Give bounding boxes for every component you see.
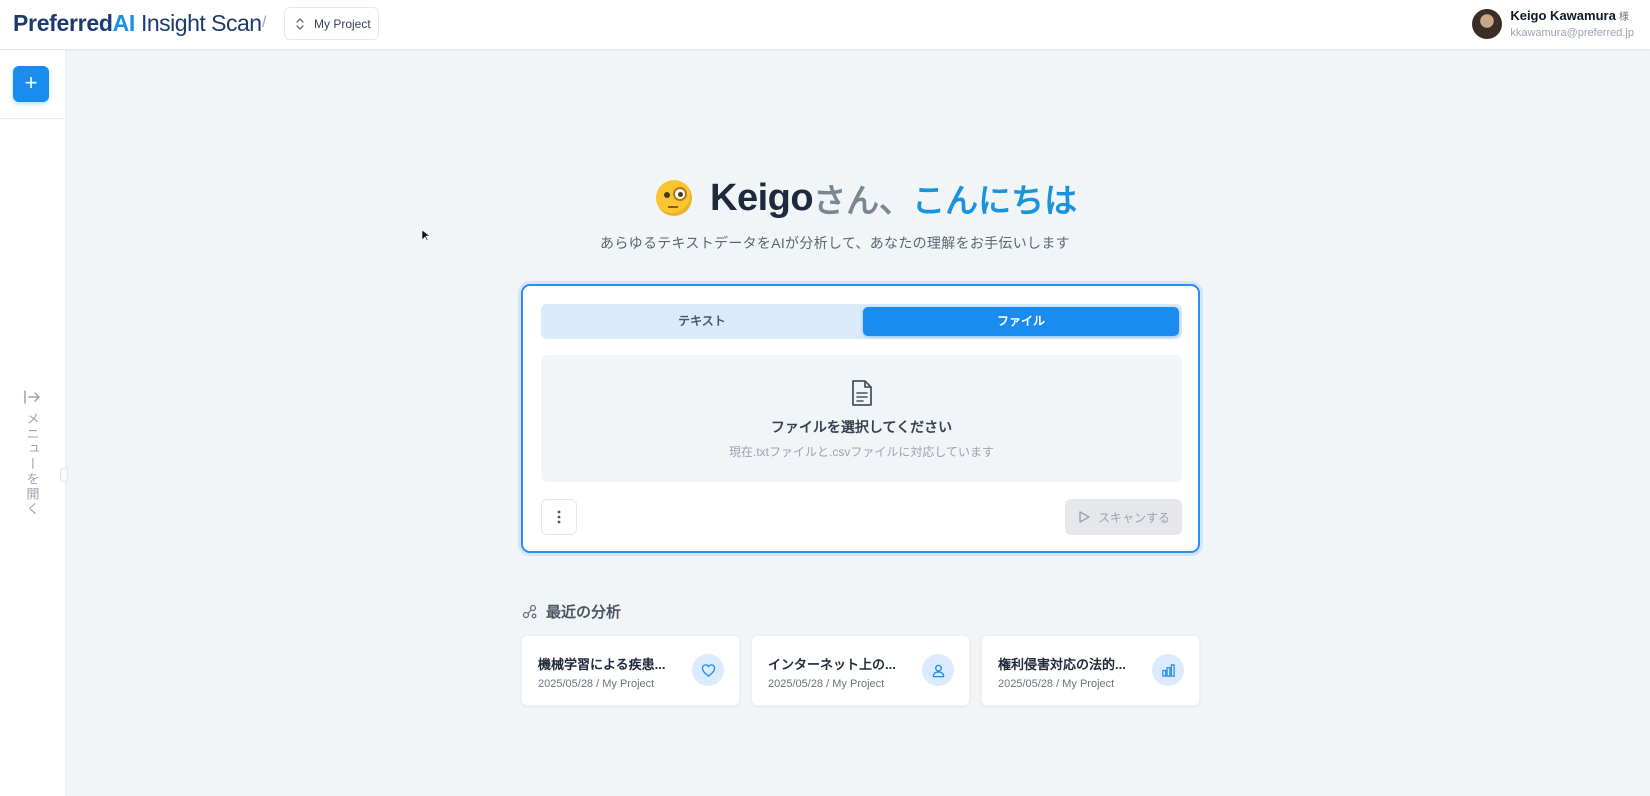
recent-card-separator: /: [1056, 678, 1060, 690]
recent-analysis-card[interactable]: 機械学習による疾患... 2025/05/28 / My Project: [521, 635, 740, 706]
recent-card-project: My Project: [1062, 678, 1115, 690]
recent-card-separator: /: [596, 678, 600, 690]
play-icon: [1079, 511, 1090, 523]
logo-brand-preferred: Preferred: [13, 10, 113, 36]
recent-card-meta: 2025/05/28 / My Project: [768, 678, 884, 690]
dropzone-title: ファイルを選択してください: [770, 419, 953, 435]
greeting-name: Keigo: [710, 176, 814, 219]
monocle-face-icon: [656, 180, 692, 216]
recent-card-project: My Project: [602, 678, 655, 690]
expand-sidebar-icon: [24, 390, 40, 404]
nodes-icon: [522, 604, 537, 618]
user-honorific: 様: [1618, 12, 1629, 23]
recent-card-date: 2025/05/28: [538, 678, 594, 690]
more-options-button[interactable]: [541, 499, 577, 535]
project-selector[interactable]: My Project: [284, 7, 379, 40]
user-name-line: Keigo Kawamura 様: [1510, 8, 1634, 26]
scan-input-card: テキスト ファイル ファイルを選択してください 現在.txtファイルと.csvフ…: [521, 284, 1200, 553]
recent-card-date: 2025/05/28: [768, 678, 824, 690]
recent-card-meta: 2025/05/28 / My Project: [998, 678, 1114, 690]
recent-card-date: 2025/05/28: [998, 678, 1054, 690]
greeting-honorific: さん、: [813, 182, 913, 219]
input-mode-tabs: テキスト ファイル: [541, 304, 1182, 339]
user-email: kkawamura@preferred.jp: [1510, 27, 1634, 39]
breadcrumb-separator: /: [262, 14, 267, 31]
recent-card-title: 権利侵害対応の法的...: [998, 657, 1126, 672]
more-vertical-icon: [557, 510, 561, 524]
logo-brand-ai: AI: [112, 10, 136, 36]
tab-text[interactable]: テキスト: [544, 307, 860, 336]
recent-card-title: インターネット上の...: [768, 657, 896, 672]
heart-icon: [692, 654, 724, 686]
logo-product-name: Insight Scan: [140, 10, 262, 36]
top-header: PreferredAI Insight Scan / My Project Kei…: [0, 0, 1650, 50]
chart-icon: [1152, 654, 1184, 686]
dropzone-hint: 現在.txtファイルと.csvファイルに対応しています: [729, 445, 994, 459]
recent-card-project: My Project: [832, 678, 885, 690]
new-analysis-button[interactable]: +: [13, 66, 49, 102]
recent-analysis-card[interactable]: 権利侵害対応の法的... 2025/05/28 / My Project: [981, 635, 1200, 706]
recent-card-separator: /: [826, 678, 830, 690]
greeting-heading: Keigo さん、 こんにちは: [656, 174, 1077, 222]
app-logo[interactable]: PreferredAI Insight Scan: [13, 9, 262, 37]
file-dropzone[interactable]: ファイルを選択してください 現在.txtファイルと.csvファイルに対応していま…: [541, 355, 1182, 482]
project-name: My Project: [314, 16, 371, 31]
tab-file[interactable]: ファイル: [863, 307, 1179, 336]
sidebar-resize-handle[interactable]: [60, 468, 68, 482]
recent-analyses-heading: 最近の分析: [522, 601, 621, 622]
greeting-hello: こんにちは: [912, 182, 1078, 219]
scan-button[interactable]: スキャンする: [1065, 499, 1182, 535]
greeting-subtitle: あらゆるテキストデータをAIが分析して、あなたの理解をお手伝いします: [600, 235, 1070, 251]
recent-analyses-title: 最近の分析: [546, 604, 622, 621]
document-icon: [852, 380, 872, 406]
recent-card-title: 機械学習による疾患...: [538, 657, 666, 672]
sidebar-divider: [0, 118, 66, 119]
user-menu[interactable]: Keigo Kawamura 様 kkawamura@preferred.jp: [1472, 8, 1634, 40]
open-menu-label: メニューを開く: [24, 412, 40, 517]
chevron-up-down-icon: [296, 17, 304, 30]
scan-button-label: スキャンする: [1097, 510, 1170, 525]
user-icon: [922, 654, 954, 686]
open-menu-button[interactable]: メニューを開く: [20, 388, 44, 517]
recent-card-meta: 2025/05/28 / My Project: [538, 678, 654, 690]
sidebar: + メニューを開く: [0, 50, 68, 796]
user-name: Keigo Kawamura: [1510, 8, 1616, 23]
recent-analysis-card[interactable]: インターネット上の... 2025/05/28 / My Project: [751, 635, 970, 706]
avatar[interactable]: [1472, 9, 1503, 39]
